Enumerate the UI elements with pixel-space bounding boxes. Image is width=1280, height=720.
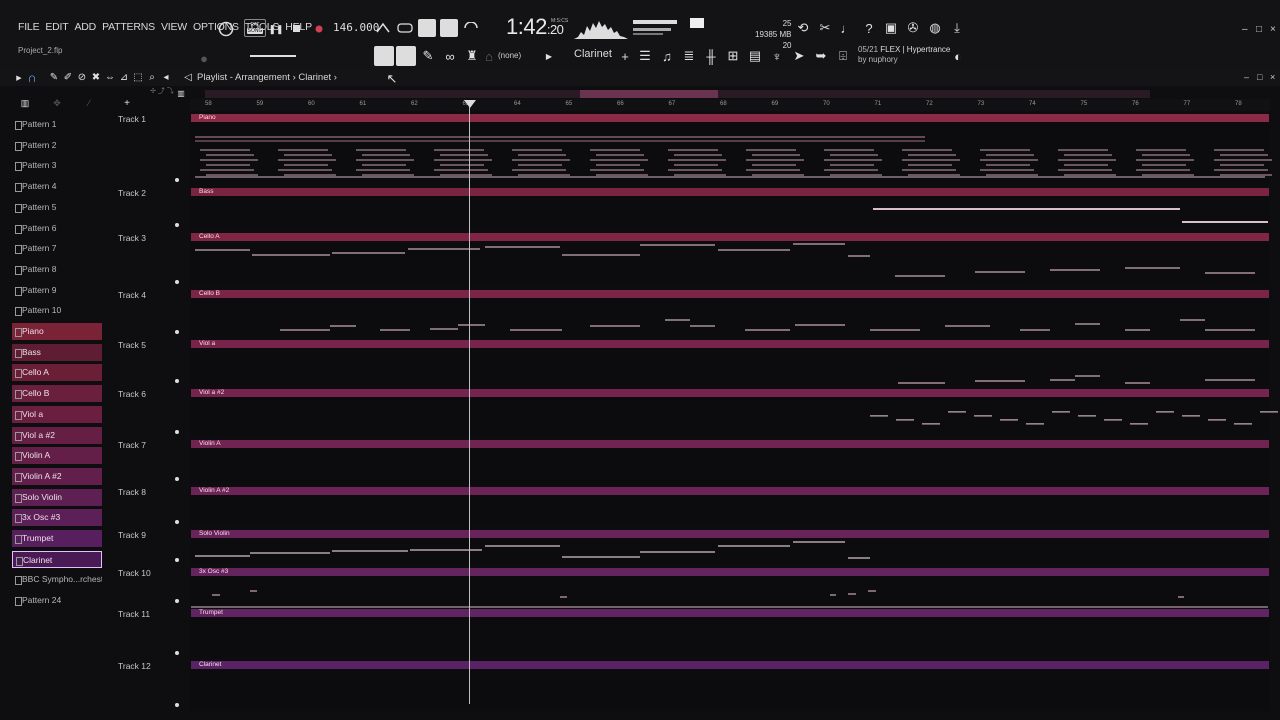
playhead-marker[interactable] [464,100,476,108]
mouse-cursor-icon: ↖ [386,71,398,86]
playhead-line [469,104,470,704]
daw-window: FILE EDIT ADD PATTERNS VIEW OPTIONS TOOL… [0,0,1280,720]
note-preview-layer [191,136,1278,608]
